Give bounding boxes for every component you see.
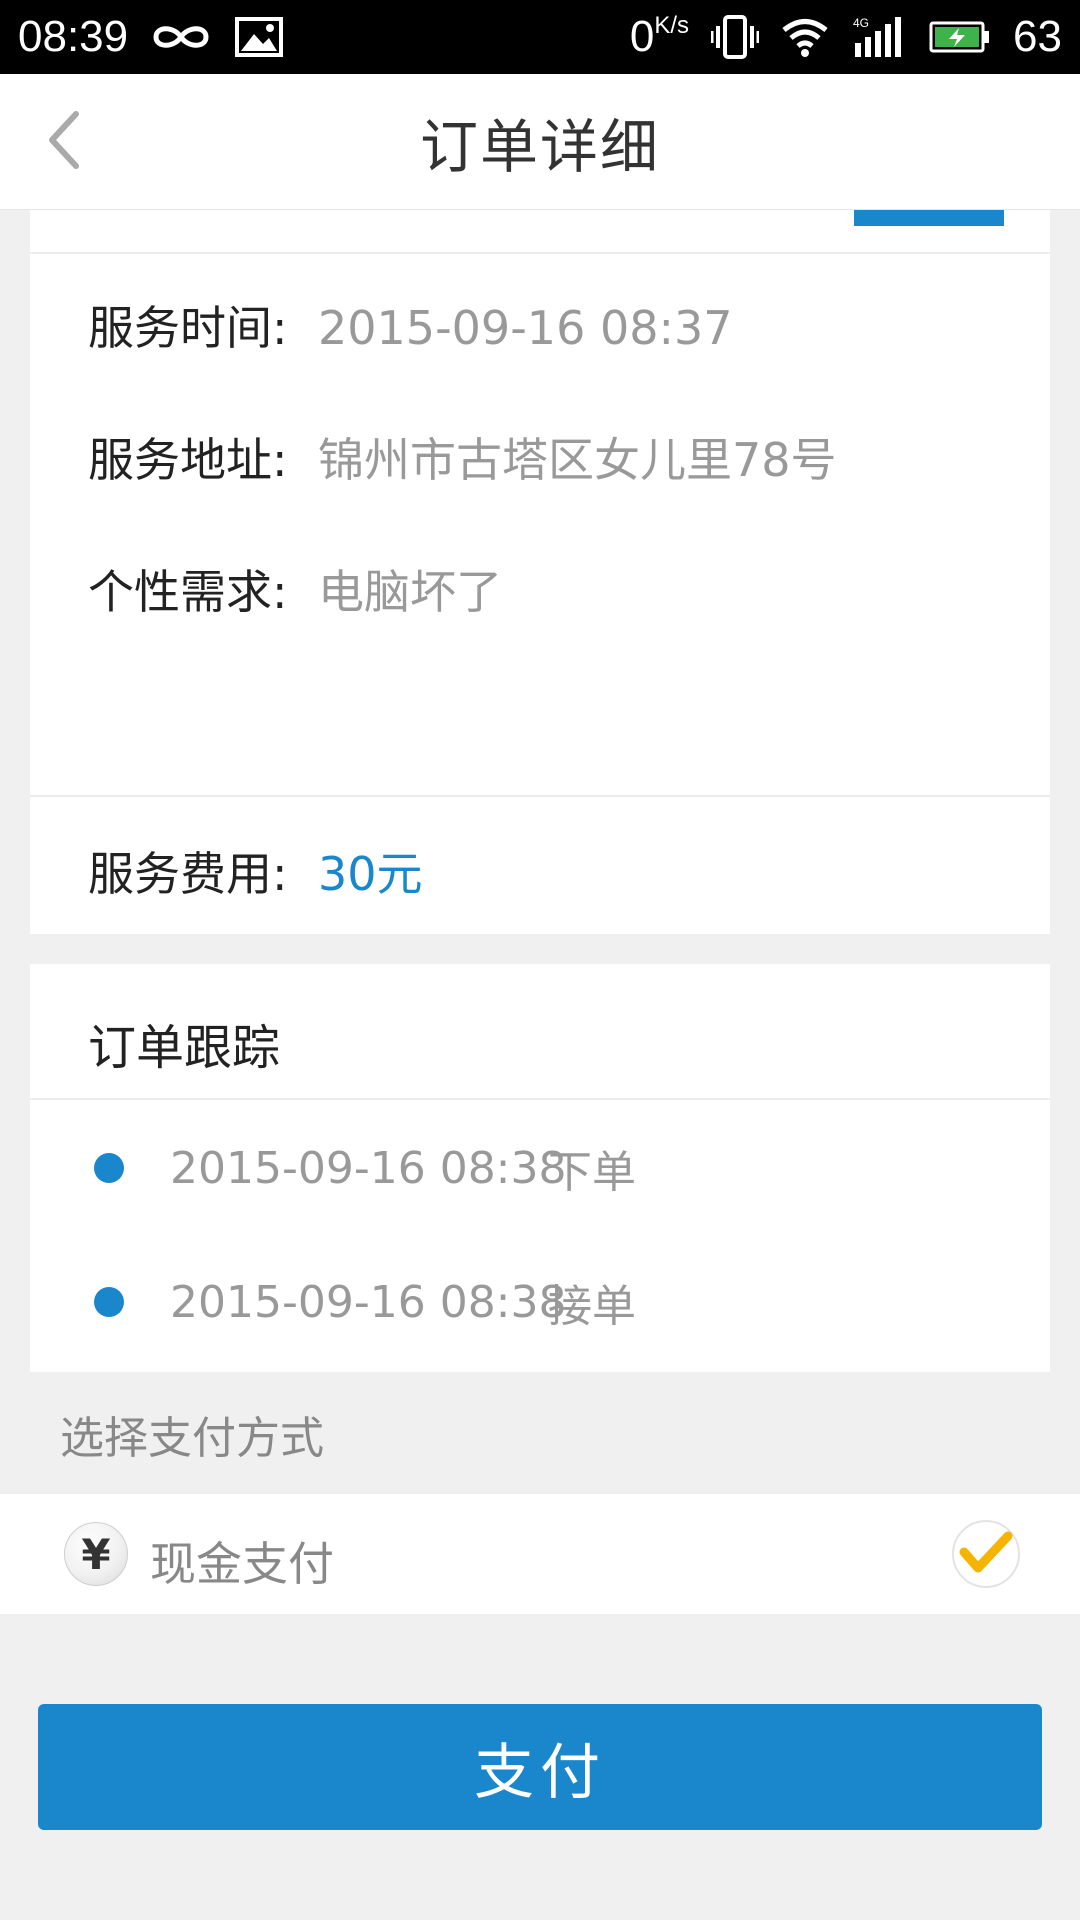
tracking-item: 2015-09-16 08:38 接单 bbox=[30, 1272, 1050, 1332]
divider bbox=[30, 795, 1050, 797]
order-info-card: 服务时间: 2015-09-16 08:37 服务地址: 锦州市古塔区女儿里78… bbox=[30, 210, 1050, 934]
chevron-left-icon bbox=[44, 108, 84, 176]
payment-method-label: 现金支付 bbox=[150, 1537, 334, 1591]
service-address-value: 锦州市古塔区女儿里78号 bbox=[318, 433, 837, 487]
service-fee-label: 服务费用: bbox=[88, 847, 288, 901]
pay-button[interactable]: 支付 bbox=[38, 1704, 1042, 1830]
battery-charging-icon bbox=[929, 20, 991, 54]
back-button[interactable] bbox=[24, 102, 104, 182]
service-fee-row: 服务费用: 30元 bbox=[88, 838, 423, 904]
tab-indicator bbox=[854, 210, 1004, 226]
tracking-time: 2015-09-16 08:38 bbox=[170, 1142, 567, 1194]
payment-method-cash[interactable]: ¥ 现金支付 bbox=[0, 1494, 1080, 1614]
payment-section-label: 选择支付方式 bbox=[60, 1413, 324, 1464]
requirement-row: 个性需求: 电脑坏了 bbox=[88, 556, 502, 622]
service-time-row: 服务时间: 2015-09-16 08:37 bbox=[88, 292, 733, 358]
status-bar: 08:39 0K/s 4G 63 bbox=[0, 0, 1080, 74]
timeline-dot-icon bbox=[94, 1153, 124, 1183]
image-icon bbox=[234, 16, 284, 58]
service-time-value: 2015-09-16 08:37 bbox=[318, 301, 733, 355]
service-fee-value: 30元 bbox=[318, 847, 423, 901]
service-time-label: 服务时间: bbox=[88, 301, 288, 355]
tracking-status: 接单 bbox=[548, 1281, 636, 1332]
requirement-label: 个性需求: bbox=[88, 565, 288, 619]
status-bar-left: 08:39 bbox=[18, 12, 284, 62]
yen-icon: ¥ bbox=[64, 1522, 128, 1586]
tracking-time: 2015-09-16 08:38 bbox=[170, 1276, 567, 1328]
service-address-label: 服务地址: bbox=[88, 433, 288, 487]
timeline-dot-icon bbox=[94, 1287, 124, 1317]
status-bar-right: 0K/s 4G 63 bbox=[630, 12, 1062, 62]
wifi-icon bbox=[781, 17, 829, 57]
signal-icon: 4G bbox=[851, 15, 907, 59]
requirement-value: 电脑坏了 bbox=[318, 565, 502, 619]
app-header: 订单详细 bbox=[0, 74, 1080, 210]
tracking-item: 2015-09-16 08:38 下单 bbox=[30, 1138, 1050, 1198]
infinity-icon bbox=[150, 20, 212, 54]
card-top-strip bbox=[30, 210, 1050, 254]
divider bbox=[30, 1098, 1050, 1100]
status-time: 08:39 bbox=[18, 12, 129, 61]
page-title: 订单详细 bbox=[419, 112, 660, 181]
net-speed-value: 0 bbox=[629, 12, 655, 61]
check-icon[interactable] bbox=[952, 1520, 1020, 1588]
net-speed-unit: K/s bbox=[654, 12, 690, 39]
network-type: 4G bbox=[853, 16, 869, 30]
order-tracking-card: 订单跟踪 2015-09-16 08:38 下单 2015-09-16 08:3… bbox=[30, 964, 1050, 1372]
tracking-status: 下单 bbox=[548, 1147, 636, 1198]
tracking-title: 订单跟踪 bbox=[88, 1020, 281, 1076]
service-address-row: 服务地址: 锦州市古塔区女儿里78号 bbox=[88, 424, 837, 490]
vibrate-icon bbox=[711, 14, 760, 60]
net-speed: 0K/s bbox=[630, 12, 689, 62]
battery-level: 63 bbox=[1013, 12, 1062, 61]
